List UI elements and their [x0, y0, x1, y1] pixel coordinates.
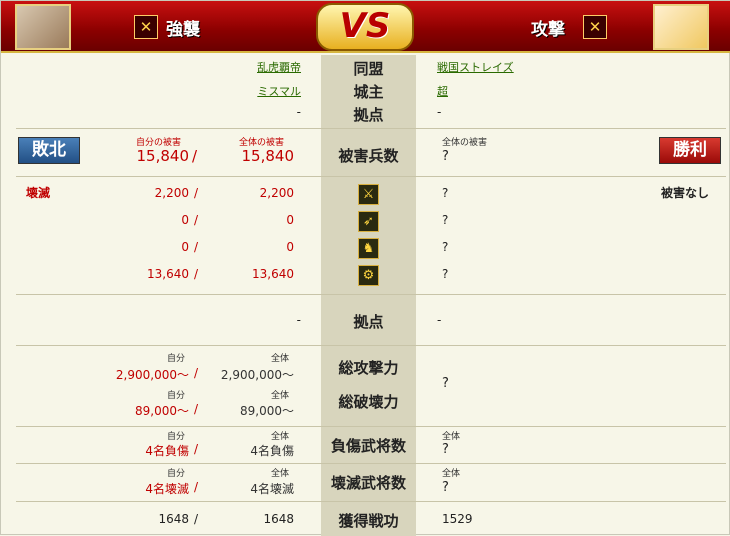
divider	[16, 128, 726, 129]
own-caption: 自分	[167, 391, 186, 401]
cavalry-icon: ♞	[358, 238, 379, 259]
unit-right-2: ?	[442, 240, 449, 254]
right-status: 被害なし	[661, 186, 710, 200]
siege-icon: ⚙	[358, 265, 379, 286]
vs-badge: VS	[316, 3, 414, 51]
unit-own-1: 0	[181, 213, 189, 227]
right-title: 攻撃	[531, 20, 565, 40]
divider	[16, 501, 726, 502]
attack-label: 総攻撃力	[338, 359, 399, 377]
battle-report: ✕ 強襲 VS 攻撃 ✕ 乱虎覇帝 同盟 戦国ストレイズ ミスマル 城主 超 -…	[0, 0, 730, 536]
lord-label: 城主	[353, 83, 384, 101]
right-damage-value: ?	[442, 149, 449, 164]
all-damage-total: 15,840	[241, 147, 295, 165]
header-banner: ✕ 強襲 VS 攻撃 ✕	[1, 1, 730, 53]
left-lord-link[interactable]: ミスマル	[201, 83, 301, 99]
right-base2-value: -	[437, 313, 442, 327]
slash: /	[192, 147, 198, 165]
power-right-value: ?	[442, 376, 449, 391]
own-caption: 自分	[167, 354, 186, 364]
divider	[16, 176, 726, 177]
right-caption: 全体	[442, 469, 461, 479]
slash: /	[194, 512, 199, 526]
unit-all-2: 0	[286, 240, 294, 254]
base2-label: 拠点	[353, 313, 384, 331]
merit-all: 1648	[263, 512, 294, 526]
archer-icon: ➶	[358, 211, 379, 232]
slash: /	[194, 267, 199, 281]
damage-label: 被害兵数	[338, 147, 399, 165]
unit-right-0: ?	[442, 186, 449, 200]
divider	[16, 426, 726, 427]
destroyed-label: 壊滅武将数	[330, 474, 406, 492]
divider	[16, 294, 726, 295]
wounded-all: 4名負傷	[250, 444, 294, 458]
crossed-swords-icon: ✕	[583, 15, 607, 39]
wounded-own: 4名負傷	[145, 444, 189, 458]
destroyed-own: 4名壊滅	[145, 482, 189, 496]
left-base-value: -	[296, 105, 301, 119]
wounded-label: 負傷武将数	[330, 437, 406, 455]
right-caption: 全体	[442, 432, 461, 442]
unit-all-3: 13,640	[252, 267, 294, 281]
attack-own: 2,900,000～	[115, 368, 189, 382]
unit-right-1: ?	[442, 213, 449, 227]
right-avatar	[653, 4, 709, 50]
all-caption: 全体	[271, 354, 290, 364]
destroy-all: 89,000～	[240, 404, 294, 418]
destroyed-right: ?	[442, 480, 449, 495]
left-base2-value: -	[296, 313, 301, 327]
all-caption: 全体	[271, 391, 290, 401]
unit-own-0: 2,200	[154, 186, 189, 200]
alliance-label: 同盟	[353, 60, 384, 78]
slash: /	[194, 213, 199, 227]
unit-right-3: ?	[442, 267, 449, 281]
merit-label: 獲得戦功	[338, 512, 399, 530]
slash: /	[194, 240, 199, 254]
right-base-value: -	[437, 105, 442, 119]
base-label: 拠点	[353, 106, 384, 124]
right-lord-link[interactable]: 超	[437, 83, 448, 99]
destroy-own: 89,000～	[135, 404, 189, 418]
all-caption: 全体	[271, 432, 290, 442]
unit-all-1: 0	[286, 213, 294, 227]
defeat-badge: 敗北	[18, 137, 80, 164]
unit-own-2: 0	[181, 240, 189, 254]
slash: /	[194, 186, 199, 200]
wounded-right: ?	[442, 442, 449, 457]
destroyed-all: 4名壊滅	[250, 482, 294, 496]
divider	[16, 463, 726, 464]
all-caption: 全体	[271, 469, 290, 479]
victory-badge: 勝利	[659, 137, 721, 164]
divider	[16, 345, 726, 346]
own-caption: 自分	[167, 469, 186, 479]
own-damage-total: 15,840	[136, 147, 190, 165]
own-caption: 自分	[167, 432, 186, 442]
crossed-flag-icon: ✕	[134, 15, 158, 39]
left-avatar	[15, 4, 71, 50]
left-title: 強襲	[166, 20, 200, 40]
spearman-icon: ⚔	[358, 184, 379, 205]
merit-right: 1529	[442, 512, 473, 526]
left-alliance-link[interactable]: 乱虎覇帝	[201, 59, 301, 75]
attack-all: 2,900,000～	[220, 368, 294, 382]
destroy-label: 総破壊力	[338, 393, 399, 411]
unit-own-3: 13,640	[147, 267, 189, 281]
unit-all-0: 2,200	[259, 186, 294, 200]
right-alliance-link[interactable]: 戦国ストレイズ	[437, 59, 514, 75]
left-status: 壊滅	[26, 186, 51, 200]
right-damage-caption: 全体の被害	[442, 138, 488, 148]
merit-own: 1648	[158, 512, 189, 526]
